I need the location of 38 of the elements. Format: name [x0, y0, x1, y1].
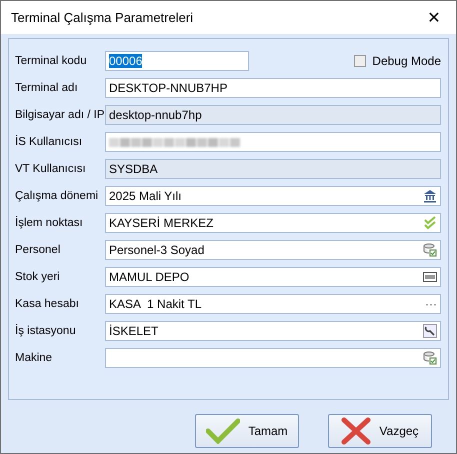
cancel-button[interactable]: Vazgeç — [328, 414, 432, 448]
database-check-icon[interactable] — [423, 351, 437, 365]
checkmark-icon — [206, 418, 240, 444]
field-label: İşlem noktası — [15, 217, 84, 229]
input-field[interactable] — [105, 348, 441, 368]
field-label: Terminal kodu — [15, 55, 88, 67]
input-field[interactable]: Personel-3 Soyad — [105, 240, 441, 260]
input-field[interactable]: 2025 Mali Yılı — [105, 186, 441, 206]
field-label: Terminal adı — [15, 82, 79, 94]
field-label: Kasa hesabı — [15, 298, 80, 310]
close-button[interactable]: ✕ — [412, 1, 456, 34]
input-field[interactable]: KASA 1 Nakit TL ··· — [105, 294, 441, 314]
debug-mode-checkbox[interactable]: Debug Mode — [354, 54, 441, 68]
input-field[interactable]: DESKTOP-NNUB7HP — [105, 78, 441, 98]
field-label: Çalışma dönemi — [15, 190, 100, 202]
barcode-icon[interactable] — [423, 270, 437, 284]
cross-icon — [341, 416, 372, 444]
field-label: VT Kullanıcısı — [15, 163, 87, 175]
field-label: Bilgisayar adı / IP — [15, 109, 105, 121]
bank-icon[interactable] — [423, 189, 437, 203]
wrench-icon[interactable] — [423, 324, 437, 338]
check-icon[interactable] — [423, 216, 437, 230]
field-label: İş istasyonu — [15, 325, 77, 337]
input-field[interactable]: İSKELET — [105, 321, 441, 341]
field-label: Stok yeri — [15, 271, 61, 283]
input-field[interactable]: 00006 — [105, 51, 249, 71]
input-field[interactable]: desktop-nnub7hp — [105, 105, 441, 125]
input-field[interactable]: MAMUL DEPO — [105, 267, 441, 287]
ellipsis-button[interactable]: ··· — [425, 297, 437, 311]
input-field[interactable]: SYSDBA — [105, 159, 441, 179]
field-label: Makine — [15, 352, 54, 364]
ok-button[interactable]: Tamam — [195, 414, 299, 448]
field-label: İS Kullanıcısı — [15, 136, 84, 148]
field-label: Personel — [15, 244, 62, 256]
input-field[interactable]: KAYSERİ MERKEZ — [105, 213, 441, 233]
input-field[interactable] — [105, 132, 441, 152]
database-check-icon[interactable] — [423, 243, 437, 257]
window-title: Terminal Çalışma Parametreleri — [11, 10, 194, 25]
